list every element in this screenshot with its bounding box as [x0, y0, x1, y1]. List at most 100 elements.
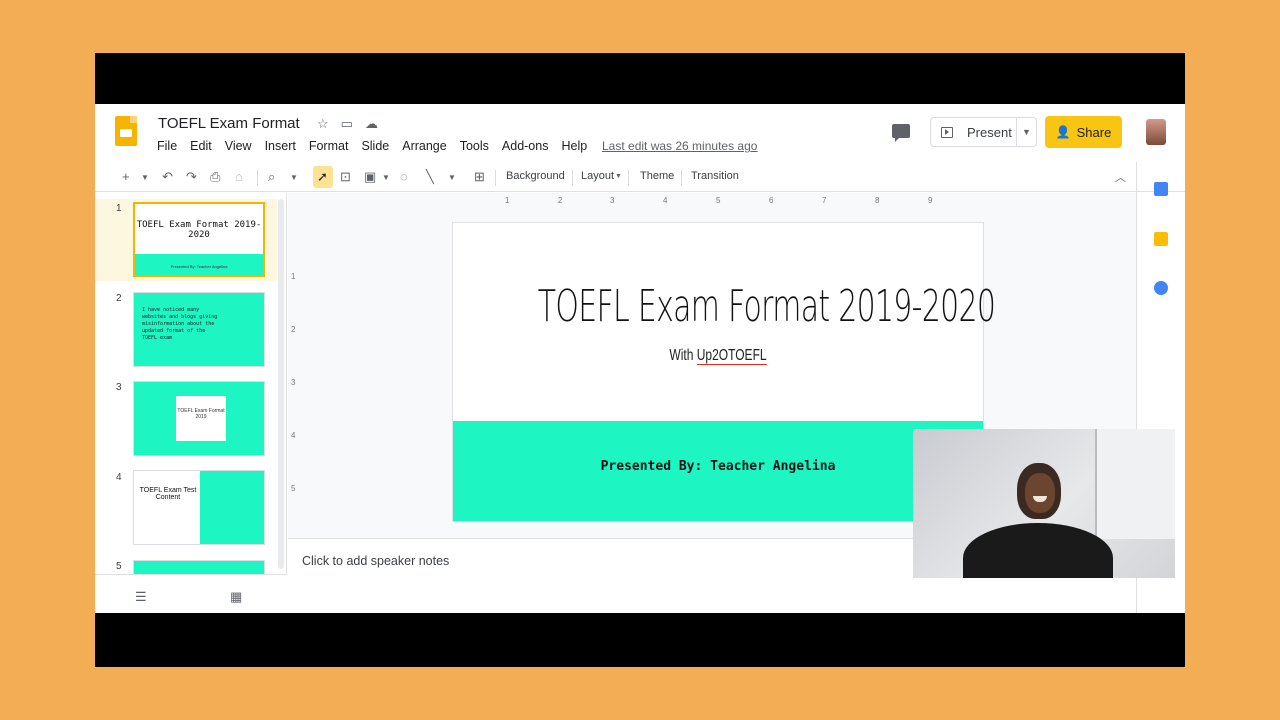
- menu-edit[interactable]: Edit: [190, 139, 218, 153]
- slide-number: 2: [116, 293, 122, 304]
- presenter-face: [1025, 473, 1055, 513]
- undo-icon[interactable]: ↶: [162, 169, 173, 185]
- vertical-ruler: 1 2 3 4 5: [291, 224, 301, 524]
- present-label: Present: [967, 124, 1012, 140]
- collapse-toolbar-icon[interactable]: ︿: [1115, 169, 1126, 185]
- theme-button[interactable]: Theme: [640, 170, 674, 182]
- slide-title[interactable]: TOEFL Exam Format 2019-2020: [538, 281, 996, 332]
- menu-slide[interactable]: Slide: [361, 139, 395, 153]
- thumb-band: [200, 471, 264, 544]
- menu-tools[interactable]: Tools: [460, 139, 495, 153]
- comments-icon[interactable]: [892, 124, 910, 142]
- present-dropdown-icon[interactable]: ▼: [1016, 118, 1036, 146]
- tasks-icon[interactable]: [1154, 281, 1168, 295]
- paint-format-icon[interactable]: ⌂: [235, 169, 243, 184]
- layout-dropdown-icon[interactable]: ▼: [615, 173, 622, 180]
- image-dropdown-icon[interactable]: ▼: [382, 173, 390, 182]
- menu-format[interactable]: Format: [309, 139, 355, 153]
- slide-thumbnail-1[interactable]: TOEFL Exam Format 2019-2020 Presented By…: [133, 202, 265, 277]
- slide-number: 1: [116, 203, 122, 214]
- ruler-mark: 4: [291, 431, 296, 440]
- filmstrip: 1 TOEFL Exam Format 2019-2020 Presented …: [95, 193, 287, 613]
- presenter: [963, 463, 1113, 578]
- speaker-notes-placeholder: Click to add speaker notes: [302, 554, 450, 568]
- ruler-mark: 2: [558, 196, 563, 205]
- share-button[interactable]: 👤 Share: [1045, 116, 1122, 148]
- horizontal-ruler: 1 2 3 4 5 6 7 8 9: [455, 196, 985, 208]
- subtitle-prefix: With: [669, 347, 697, 364]
- toolbar-divider: [572, 170, 573, 186]
- zoom-dropdown-icon[interactable]: ▼: [290, 173, 298, 182]
- slide-number: 4: [116, 472, 122, 483]
- ruler-mark: 4: [663, 196, 668, 205]
- grid-view-icon[interactable]: ▦: [230, 589, 242, 605]
- star-icon[interactable]: ☆: [317, 116, 329, 132]
- slide-thumbnail-3[interactable]: TOEFL Exam Format 2019: [133, 381, 265, 456]
- new-slide-dropdown-icon[interactable]: ▼: [141, 173, 149, 182]
- cloud-status-icon[interactable]: ☁: [365, 116, 378, 132]
- presenter-body: [963, 523, 1113, 578]
- move-folder-icon[interactable]: ▭: [341, 116, 353, 132]
- thumb-band: Presented By: Teacher Angelina: [135, 254, 263, 275]
- ruler-mark: 1: [291, 272, 296, 281]
- background-button[interactable]: Background: [506, 170, 565, 182]
- ruler-mark: 5: [291, 484, 296, 493]
- menu-arrange[interactable]: Arrange: [402, 139, 452, 153]
- account-avatar[interactable]: [1146, 119, 1166, 145]
- toolbar-divider: [495, 170, 496, 186]
- line-icon[interactable]: ╲: [426, 169, 434, 185]
- keep-icon[interactable]: [1154, 232, 1168, 246]
- image-icon[interactable]: ▣: [364, 169, 376, 185]
- thumb-band-text: Presented By: Teacher Angelina: [170, 264, 228, 269]
- slide-subtitle[interactable]: With Up2OTOEFL: [519, 347, 917, 365]
- shape-icon[interactable]: ◌: [400, 169, 408, 184]
- thumb-text: I have noticed many websites and blogs g…: [142, 307, 218, 341]
- ruler-mark: 9: [928, 196, 933, 205]
- ruler-mark: 6: [769, 196, 774, 205]
- menu-bar: File Edit View Insert Format Slide Arran…: [157, 139, 600, 153]
- ruler-mark: 5: [716, 196, 721, 205]
- slide-band-text: Presented By: Teacher Angelina: [600, 459, 836, 474]
- slide-number: 5: [116, 561, 122, 572]
- toolbar-divider: [628, 170, 629, 186]
- layout-button[interactable]: Layout: [581, 170, 614, 182]
- menu-view[interactable]: View: [225, 139, 258, 153]
- subtitle-link: Up2OTOEFL: [696, 347, 767, 365]
- ruler-mark: 8: [875, 196, 880, 205]
- new-slide-icon[interactable]: +: [122, 169, 130, 184]
- slide-thumbnail-2[interactable]: I have noticed many websites and blogs g…: [133, 292, 265, 367]
- menu-insert[interactable]: Insert: [265, 139, 302, 153]
- current-slide[interactable]: TOEFL Exam Format 2019-2020 With Up2OTOE…: [453, 223, 996, 521]
- title-icons: ☆ ▭ ☁: [317, 116, 378, 132]
- transition-button[interactable]: Transition: [691, 170, 739, 182]
- zoom-icon[interactable]: ⌕: [268, 169, 275, 185]
- document-title[interactable]: TOEFL Exam Format: [158, 115, 300, 132]
- redo-icon[interactable]: ↷: [186, 169, 197, 185]
- line-dropdown-icon[interactable]: ▼: [448, 173, 456, 182]
- person-icon: 👤: [1055, 125, 1071, 139]
- slide-thumbnail-4[interactable]: TOEFL Exam Test Content: [133, 470, 265, 545]
- calendar-icon[interactable]: [1154, 182, 1168, 196]
- filmstrip-view-icon[interactable]: ☰: [135, 589, 147, 605]
- slide-band[interactable]: Presented By: Teacher Angelina: [453, 421, 983, 521]
- thumb-card: TOEFL Exam Format 2019: [176, 396, 226, 441]
- toolbar-divider: [681, 170, 682, 186]
- ruler-mark: 1: [505, 196, 510, 205]
- filmstrip-scrollbar[interactable]: [278, 199, 284, 569]
- select-cursor-icon[interactable]: ➚: [317, 169, 328, 185]
- share-label: Share: [1076, 124, 1112, 140]
- present-button[interactable]: Present ▼: [930, 117, 1037, 147]
- thumb-text: TOEFL Exam Test Content: [139, 487, 197, 501]
- print-icon[interactable]: ⎙: [210, 169, 220, 185]
- slides-logo-icon[interactable]: [115, 116, 137, 146]
- last-edit-link[interactable]: Last edit was 26 minutes ago: [602, 139, 757, 153]
- text-box-icon[interactable]: ⊡: [340, 169, 351, 185]
- webcam-overlay: [913, 429, 1175, 578]
- menu-addons[interactable]: Add-ons: [502, 139, 555, 153]
- ruler-mark: 3: [291, 378, 296, 387]
- comment-add-icon[interactable]: ⊞: [474, 169, 485, 185]
- ruler-mark: 3: [610, 196, 615, 205]
- menu-file[interactable]: File: [157, 139, 183, 153]
- menu-help[interactable]: Help: [561, 139, 593, 153]
- ruler-mark: 2: [291, 325, 296, 334]
